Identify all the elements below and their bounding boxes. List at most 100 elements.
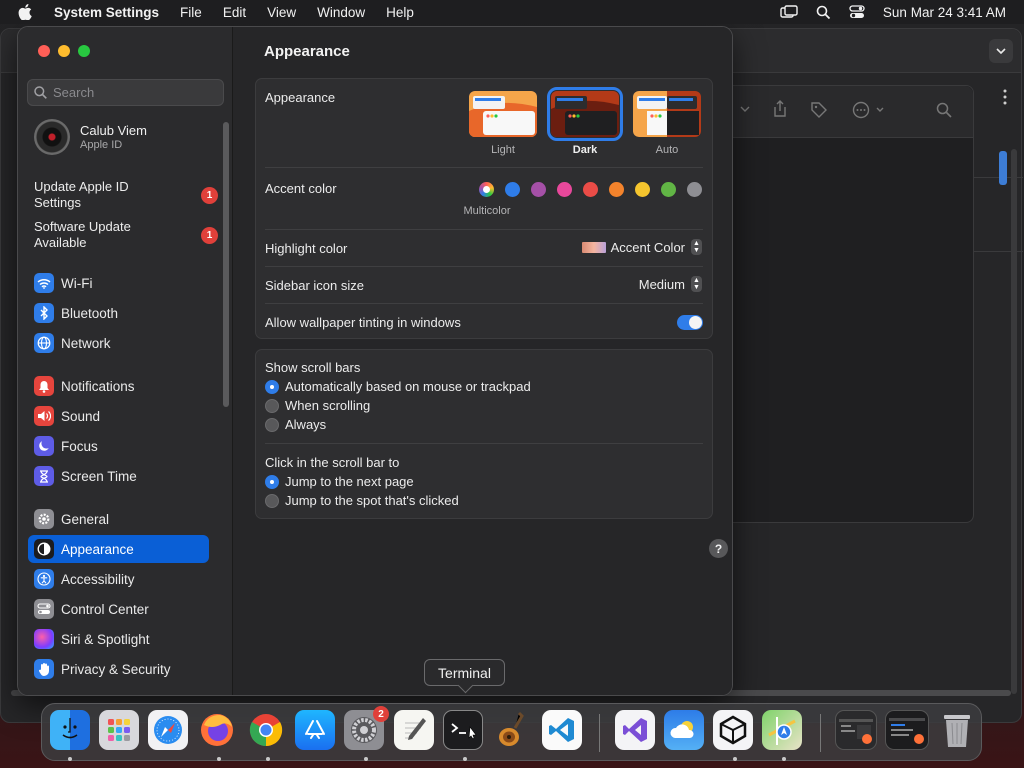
radio-button[interactable] xyxy=(265,417,279,432)
jump-to-spot-radio[interactable]: Jump to the spot that's clicked xyxy=(265,493,459,508)
garageband-icon[interactable] xyxy=(493,710,533,750)
sidebar-item-appearance[interactable]: Appearance xyxy=(28,535,209,563)
share-icon[interactable] xyxy=(772,100,788,118)
sidebar-item-control-center[interactable]: Control Center xyxy=(28,595,208,623)
jump-next-page-radio[interactable]: Jump to the next page xyxy=(265,474,414,489)
running-indicator xyxy=(733,757,737,761)
appearance-light-option[interactable] xyxy=(469,91,537,137)
chevron-down-icon[interactable] xyxy=(740,106,750,112)
scroll-bars-automatic-radio[interactable]: Automatically based on mouse or trackpad xyxy=(265,379,531,394)
help-button[interactable]: ? xyxy=(709,539,728,558)
apple-id-row[interactable]: Calub Viem Apple ID xyxy=(34,119,147,155)
sidebar-item-notifications[interactable]: Notifications xyxy=(28,372,208,400)
edit-menu[interactable]: Edit xyxy=(223,5,246,20)
accent-purple-swatch[interactable] xyxy=(531,182,546,197)
chrome-icon[interactable] xyxy=(246,710,286,750)
software-update-available-item[interactable]: Software Update Available 1 xyxy=(34,219,218,251)
trash-icon[interactable] xyxy=(937,710,977,750)
accent-orange-swatch[interactable] xyxy=(609,182,624,197)
maps-icon[interactable] xyxy=(762,710,802,750)
highlight-color-popup[interactable]: Accent Color ▲ ▼ xyxy=(581,239,702,255)
sidebar-item-privacy-security[interactable]: Privacy & Security xyxy=(28,655,208,683)
appearance-icon xyxy=(34,539,54,559)
close-window-button[interactable] xyxy=(38,45,50,57)
accent-graphite-swatch[interactable] xyxy=(687,182,702,197)
sidebar-item-label: Siri & Spotlight xyxy=(61,631,150,647)
spotlight-search-icon[interactable] xyxy=(816,5,831,20)
sidebar-item-bluetooth[interactable]: Bluetooth xyxy=(28,299,208,327)
accent-pink-swatch[interactable] xyxy=(557,182,572,197)
sidebar-icon-size-label: Sidebar icon size xyxy=(265,278,364,293)
sidebar-item-wifi[interactable]: Wi-Fi xyxy=(28,269,208,297)
accent-green-swatch[interactable] xyxy=(661,182,676,197)
window-menu[interactable]: Window xyxy=(317,5,365,20)
help-menu[interactable]: Help xyxy=(386,5,414,20)
app-store-icon[interactable] xyxy=(295,710,335,750)
firefox-icon[interactable] xyxy=(197,710,237,750)
divider xyxy=(265,266,703,267)
accent-red-swatch[interactable] xyxy=(583,182,598,197)
search-icon[interactable] xyxy=(936,102,952,118)
user-subtitle: Apple ID xyxy=(80,139,123,151)
accent-yellow-swatch[interactable] xyxy=(635,182,650,197)
screen-mirroring-icon[interactable] xyxy=(780,5,798,19)
appearance-dark-option[interactable] xyxy=(547,87,623,141)
minimized-window-1[interactable] xyxy=(835,710,877,750)
more-actions-icon[interactable] xyxy=(852,101,888,119)
sidebar-search-field[interactable] xyxy=(27,79,224,106)
terminal-icon[interactable] xyxy=(443,710,483,750)
sidebar-scrollbar[interactable] xyxy=(223,122,229,407)
apple-menu-icon[interactable] xyxy=(18,4,40,20)
sidebar-item-network[interactable]: Network xyxy=(28,329,208,357)
sidebar-item-accessibility[interactable]: Accessibility xyxy=(28,565,208,593)
sidebar-item-sound[interactable]: Sound xyxy=(28,402,208,430)
gear-icon xyxy=(34,509,54,529)
radio-button-selected[interactable] xyxy=(265,474,279,489)
wallpaper-tinting-toggle[interactable] xyxy=(677,315,703,330)
accent-caption: Multicolor xyxy=(463,205,511,217)
sidebar-item-siri-spotlight[interactable]: Siri & Spotlight xyxy=(28,625,208,653)
sidebar-item-general[interactable]: General xyxy=(28,505,208,533)
sidebar-item-screen-time[interactable]: Screen Time xyxy=(28,462,208,490)
radio-button[interactable] xyxy=(265,493,279,508)
moon-icon xyxy=(34,436,54,456)
wallpaper-tinting-label: Allow wallpaper tinting in windows xyxy=(265,315,461,330)
accent-blue-swatch[interactable] xyxy=(505,182,520,197)
weather-icon[interactable] xyxy=(664,710,704,750)
zoom-window-button[interactable] xyxy=(78,45,90,57)
sidebar-item-focus[interactable]: Focus xyxy=(28,432,208,460)
launchpad-icon[interactable] xyxy=(99,710,139,750)
appearance-auto-option[interactable] xyxy=(633,91,701,137)
scroll-bars-when-scrolling-radio[interactable]: When scrolling xyxy=(265,398,370,413)
menu-bar-clock[interactable]: Sun Mar 24 3:41 AM xyxy=(883,5,1006,20)
file-menu[interactable]: File xyxy=(180,5,202,20)
minimized-window-2[interactable] xyxy=(885,710,929,750)
view-menu[interactable]: View xyxy=(267,5,296,20)
running-indicator xyxy=(266,757,270,761)
app-menu[interactable]: System Settings xyxy=(54,5,159,20)
radio-button-selected[interactable] xyxy=(265,379,279,394)
control-center-icon[interactable] xyxy=(849,5,865,19)
radio-button[interactable] xyxy=(265,398,279,413)
dock: 2 xyxy=(41,703,982,761)
sidebar-icon-size-popup[interactable]: Medium ▲ ▼ xyxy=(639,276,702,292)
radio-label: Automatically based on mouse or trackpad xyxy=(285,379,531,394)
finder-icon[interactable] xyxy=(50,710,90,750)
unity-icon[interactable] xyxy=(713,710,753,750)
search-input[interactable] xyxy=(53,85,213,100)
textedit-icon[interactable] xyxy=(394,710,434,750)
more-vertical-icon[interactable] xyxy=(1003,89,1007,108)
chevron-down-icon[interactable] xyxy=(989,39,1013,63)
vscode-icon[interactable] xyxy=(542,710,582,750)
visual-studio-icon[interactable] xyxy=(615,710,655,750)
vertical-scrollbar[interactable] xyxy=(1011,149,1017,694)
appearance-label: Appearance xyxy=(265,90,336,105)
accent-multicolor-swatch[interactable] xyxy=(479,182,494,197)
show-scroll-bars-label: Show scroll bars xyxy=(265,360,361,375)
tag-icon[interactable] xyxy=(810,101,828,119)
minimize-window-button[interactable] xyxy=(58,45,70,57)
safari-icon[interactable] xyxy=(148,710,188,750)
background-inner-window xyxy=(701,85,974,523)
update-apple-id-settings-item[interactable]: Update Apple ID Settings 1 xyxy=(34,179,218,211)
scroll-bars-always-radio[interactable]: Always xyxy=(265,417,326,432)
